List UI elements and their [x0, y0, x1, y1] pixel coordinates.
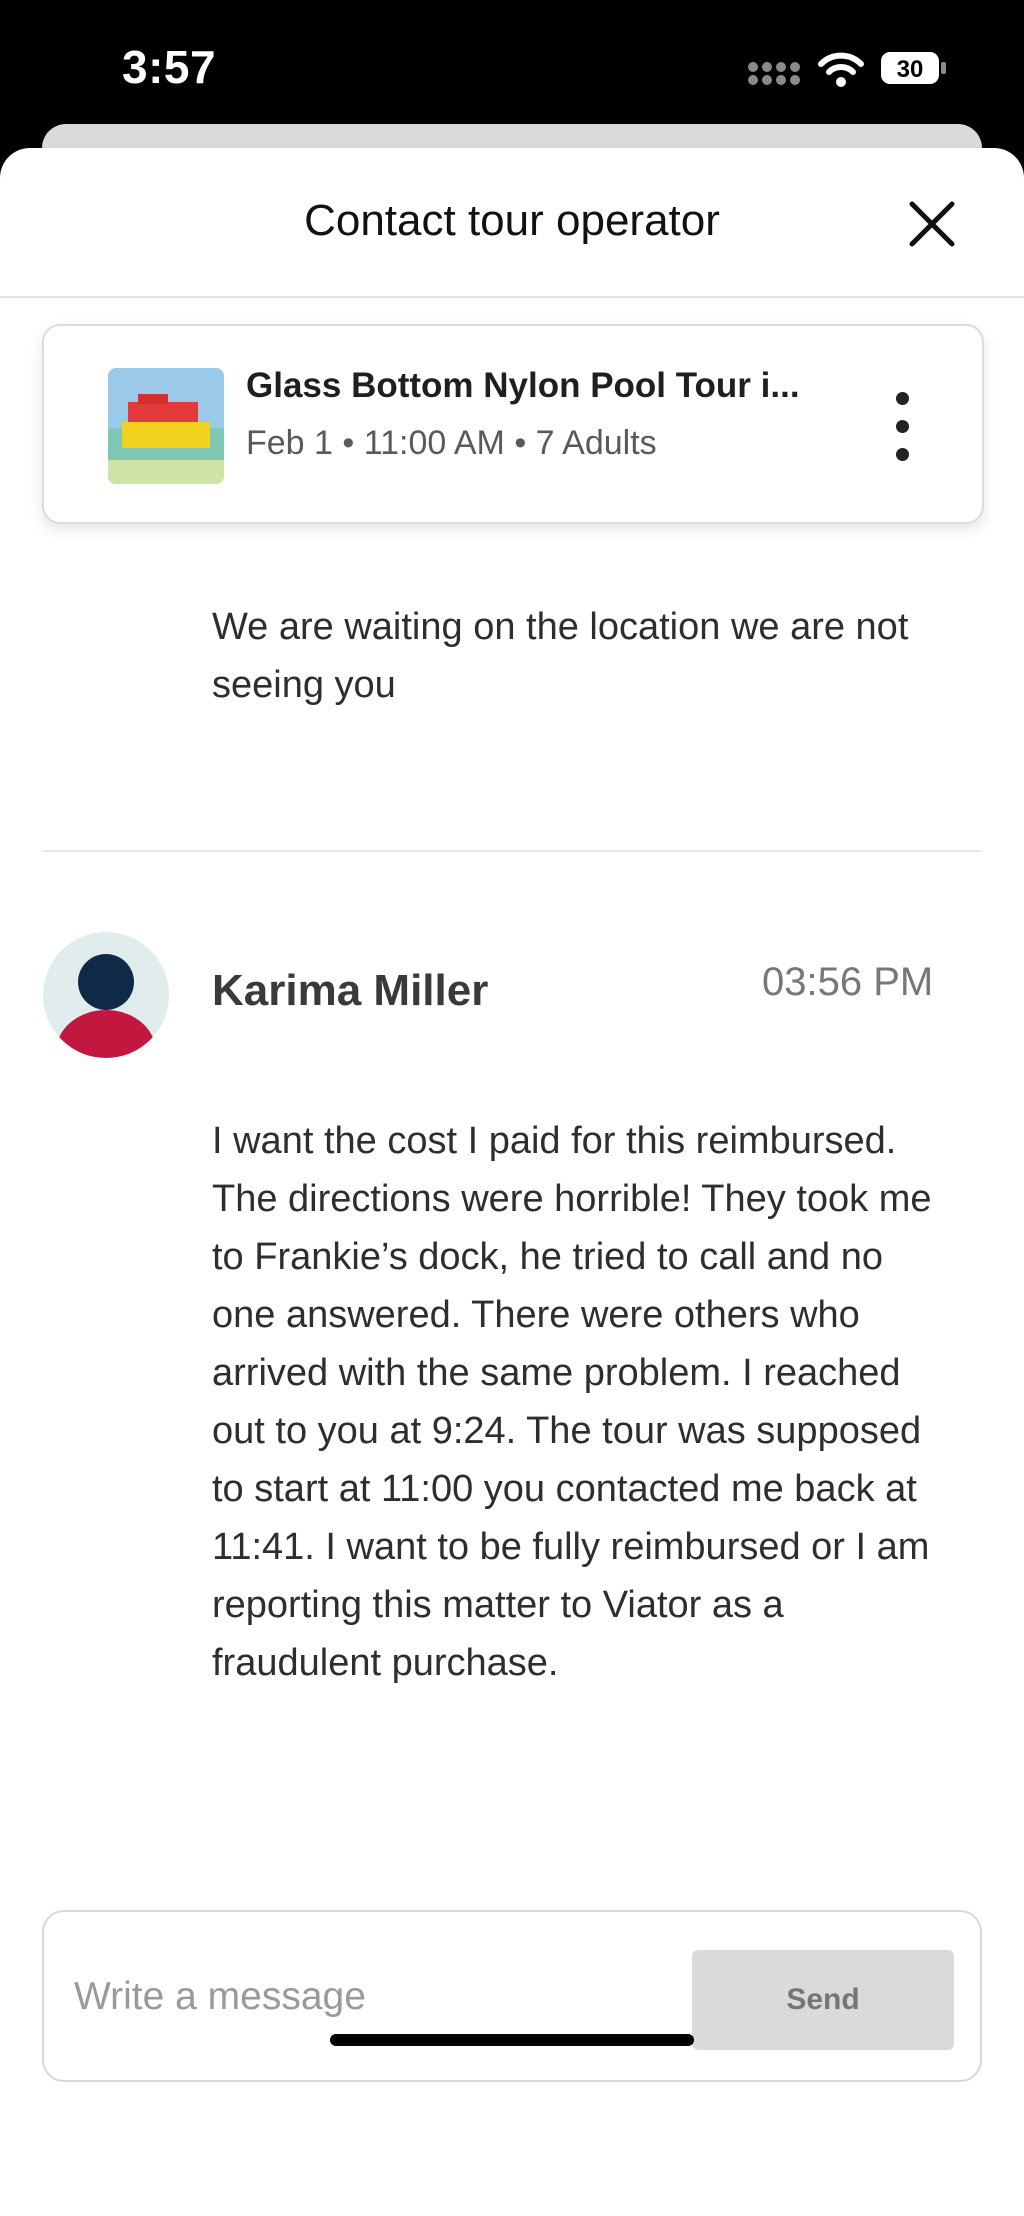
- page-title: Contact tour operator: [304, 196, 720, 245]
- wifi-icon: [818, 52, 864, 87]
- tour-title: Glass Bottom Nylon Pool Tour i...: [246, 366, 800, 405]
- send-button[interactable]: Send: [692, 1950, 954, 2050]
- message-input[interactable]: [72, 1956, 696, 2038]
- tour-thumbnail: [108, 368, 224, 484]
- tour-details: Feb 1 • 11:00 AM • 7 Adults: [246, 424, 657, 462]
- status-time: 3:57: [122, 41, 217, 93]
- home-indicator: [330, 2034, 694, 2046]
- battery-level: 30: [897, 56, 924, 83]
- message-text: We are waiting on the location we are no…: [212, 606, 909, 706]
- sender-name: Karima Miller: [212, 966, 489, 1015]
- message-text: I want the cost I paid for this reimburs…: [212, 1120, 932, 1684]
- status-bar: 3:57 30: [0, 0, 1024, 140]
- message-divider: [42, 850, 982, 852]
- sheet-header: Contact tour operator: [0, 148, 1024, 298]
- cellular-signal-icon: [748, 62, 802, 86]
- close-icon[interactable]: [902, 194, 962, 254]
- contact-sheet: Contact tour operator Glass Bottom Nylon…: [0, 148, 1024, 2216]
- more-vertical-icon[interactable]: [882, 392, 922, 462]
- avatar: [43, 932, 169, 1058]
- message-timestamp: 03:56 PM: [762, 960, 934, 1004]
- tour-summary-card[interactable]: Glass Bottom Nylon Pool Tour i... Feb 1 …: [42, 324, 984, 524]
- battery-icon: 30: [881, 52, 946, 84]
- message-composer: Send: [42, 1910, 982, 2082]
